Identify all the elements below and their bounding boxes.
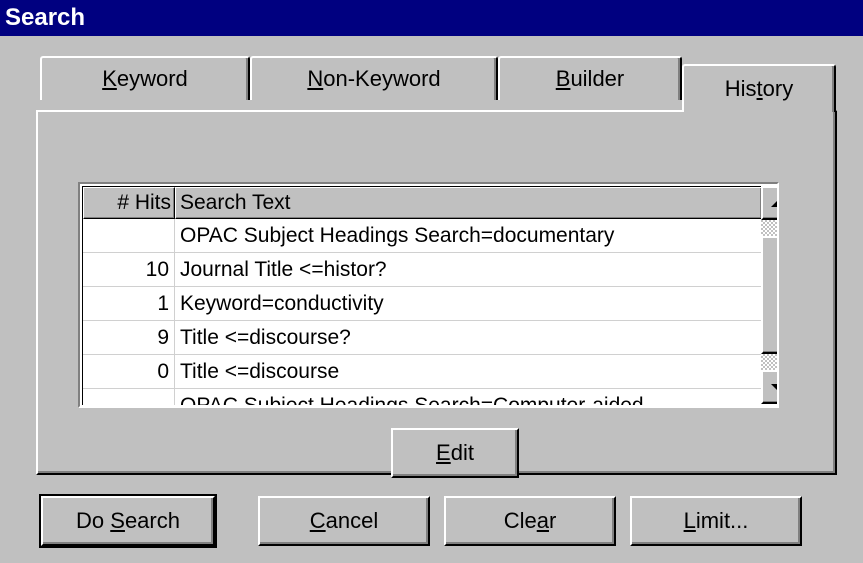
list-row[interactable]: OPAC Subject Headings Search=documentary xyxy=(83,219,762,253)
vertical-scrollbar[interactable] xyxy=(761,186,777,404)
row-search-text: Title <=discourse xyxy=(180,360,340,383)
limit-button-label: Limit... xyxy=(683,508,749,533)
list-row[interactable]: 10 Journal Title <=histor? xyxy=(83,253,762,287)
row-search-text: OPAC Subject Headings Search=documentary xyxy=(180,224,615,247)
clear-button-label: Clear xyxy=(503,508,557,533)
list-row[interactable]: 0 Title <=discourse xyxy=(83,355,762,389)
history-list-content: # Hits Search Text OPAC Subject Headings… xyxy=(82,186,762,405)
column-header-hits[interactable]: # Hits xyxy=(83,187,175,219)
row-hits: 9 xyxy=(83,321,175,354)
tab-builder-label: Builder xyxy=(555,66,625,91)
search-dialog: Keyword Non-Keyword Builder History # Hi… xyxy=(0,36,863,563)
column-header-search-text[interactable]: Search Text xyxy=(175,187,762,219)
scroll-down-button[interactable] xyxy=(761,370,777,404)
title-bar[interactable]: Search xyxy=(0,0,863,36)
row-hits xyxy=(83,389,175,405)
row-search-text: Journal Title <=histor? xyxy=(180,258,387,281)
scroll-up-button[interactable] xyxy=(761,186,777,220)
arrow-down-icon xyxy=(771,383,777,391)
tab-non-keyword-label: Non-Keyword xyxy=(307,66,441,91)
row-hits: 1 xyxy=(83,287,175,320)
tab-keyword[interactable]: Keyword xyxy=(40,56,250,100)
row-search-text: OPAC Subject Headings Search=Computer-ai… xyxy=(175,389,762,405)
do-search-button[interactable]: Do Search xyxy=(39,494,217,548)
row-search-text: Title <=discourse? xyxy=(180,326,351,349)
edit-button-label: Edit xyxy=(436,440,474,465)
tab-non-keyword[interactable]: Non-Keyword xyxy=(250,56,498,100)
history-list[interactable]: # Hits Search Text OPAC Subject Headings… xyxy=(78,182,779,408)
tab-builder[interactable]: Builder xyxy=(498,56,682,100)
row-search-text: Keyword=conductivity xyxy=(180,292,384,315)
row-hits xyxy=(83,219,175,252)
tab-history[interactable]: History xyxy=(682,64,836,112)
arrow-up-icon xyxy=(771,199,777,207)
scroll-thumb[interactable] xyxy=(761,236,777,354)
row-hits: 0 xyxy=(83,355,175,388)
cancel-button[interactable]: Cancel xyxy=(258,496,430,546)
clear-button[interactable]: Clear xyxy=(444,496,616,546)
window-title: Search xyxy=(5,4,86,31)
edit-button[interactable]: Edit xyxy=(391,428,519,478)
do-search-button-label: Do Search xyxy=(76,508,180,533)
limit-button[interactable]: Limit... xyxy=(630,496,802,546)
row-hits: 10 xyxy=(83,253,175,286)
list-row[interactable]: OPAC Subject Headings Search=Computer-ai… xyxy=(83,389,762,405)
tab-history-label: History xyxy=(724,76,794,101)
tab-keyword-label: Keyword xyxy=(102,66,188,91)
list-row[interactable]: 1 Keyword=conductivity xyxy=(83,287,762,321)
list-header: # Hits Search Text xyxy=(83,187,762,219)
list-row[interactable]: 9 Title <=discourse? xyxy=(83,321,762,355)
history-panel: # Hits Search Text OPAC Subject Headings… xyxy=(36,110,837,478)
cancel-button-label: Cancel xyxy=(309,508,379,533)
